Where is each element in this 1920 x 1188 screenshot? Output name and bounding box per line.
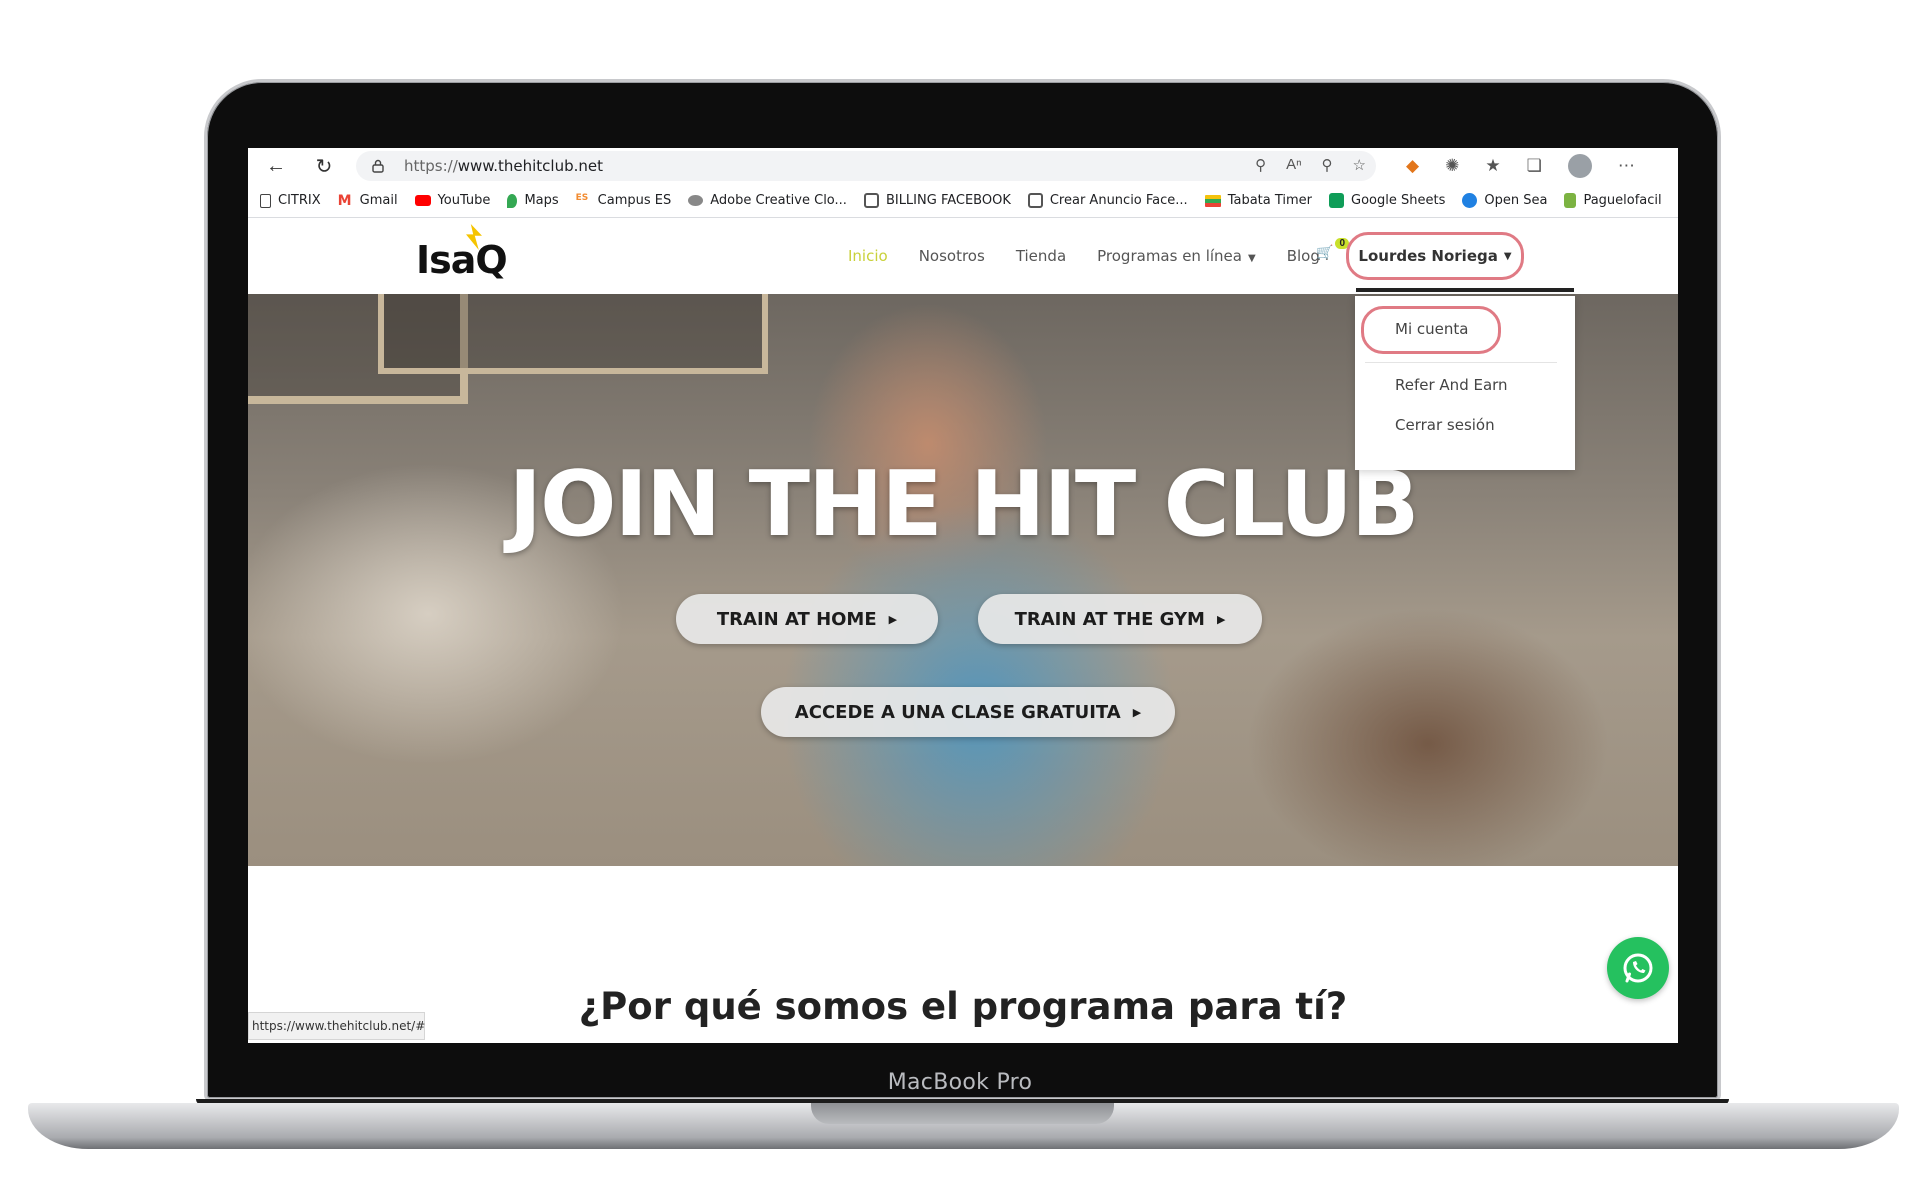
bookmark-adobe[interactable]: Adobe Creative Clo... (688, 193, 847, 208)
billing-icon (863, 193, 879, 208)
nav-programas-label: Programas en línea (1097, 247, 1242, 265)
ad-icon (1027, 193, 1043, 208)
opensea-icon (1462, 193, 1478, 208)
device-label: MacBook Pro (887, 1070, 1033, 1095)
bookmark-citrix[interactable]: CITRIX (260, 193, 321, 208)
bookmark-label: Open Sea (1484, 193, 1548, 208)
nav-inicio[interactable]: Inicio (848, 247, 888, 265)
play-arrow-icon: ▶ (1216, 612, 1226, 626)
lock-icon (370, 158, 386, 174)
sheets-icon (1329, 193, 1345, 208)
collections-icon[interactable]: ❏ (1527, 156, 1542, 176)
favorites-icon[interactable]: ★ (1485, 156, 1500, 176)
user-menu-button[interactable]: Lourdes Noriega ▼ (1346, 232, 1524, 280)
bookmark-label: Gmail (359, 193, 398, 208)
zoom-icon[interactable]: ⚲ (1322, 156, 1333, 174)
status-bar-url: https://www.thehitclub.net/# (248, 1012, 425, 1040)
read-aloud-icon[interactable]: Aⁿ (1286, 156, 1301, 174)
nav-tienda[interactable]: Tienda (1016, 247, 1066, 265)
bookmark-label: Campus ES (597, 193, 672, 208)
cart-icon: 🛒 (1316, 244, 1334, 260)
favorite-add-icon[interactable]: ☆ (1353, 156, 1366, 174)
address-bar[interactable]: https://www.thehitclub.net ⚲ Aⁿ ⚲ ☆ (356, 151, 1376, 181)
bookmark-gmail[interactable]: M Gmail (337, 193, 398, 209)
bookmark-label: Paguelofacil (1583, 193, 1662, 208)
profile-avatar[interactable] (1567, 154, 1592, 178)
bookmark-sheets[interactable]: Google Sheets (1329, 193, 1445, 208)
bookmark-label: Adobe Creative Clo... (710, 193, 847, 208)
train-at-home-button[interactable]: TRAIN AT HOME ▶ (676, 594, 938, 644)
maps-icon (507, 193, 518, 208)
browser-toolbar: ← ↻ https://www.thehitclub.net ⚲ Aⁿ ⚲ ☆ … (248, 148, 1678, 184)
more-menu-icon[interactable]: ⋯ (1618, 156, 1635, 176)
user-menu-underline (1356, 288, 1574, 292)
play-arrow-icon: ▶ (1132, 705, 1142, 719)
cta-label: TRAIN AT THE GYM (1014, 608, 1205, 630)
bookmark-ad[interactable]: Crear Anuncio Face... (1027, 193, 1188, 208)
bookmark-tabata[interactable]: Tabata Timer (1204, 193, 1313, 208)
cta-label: ACCEDE A UNA CLASE GRATUITA (794, 701, 1121, 723)
cta-label: TRAIN AT HOME (716, 608, 877, 630)
free-class-button[interactable]: ACCEDE A UNA CLASE GRATUITA ▶ (761, 687, 1175, 737)
cart[interactable]: 🛒 0 (1316, 238, 1349, 261)
timer-icon (1204, 194, 1221, 207)
back-icon[interactable]: ← (258, 148, 294, 184)
bookmark-label: Google Sheets (1351, 193, 1446, 208)
user-dropdown: Mi cuenta Refer And Earn Cerrar sesión (1355, 296, 1575, 470)
site-logo[interactable]: IsaQ (416, 238, 508, 282)
url-scheme: https:// (404, 157, 458, 175)
dropdown-divider (1365, 362, 1557, 363)
caret-down-icon: ▼ (1247, 253, 1256, 264)
campus-icon: ES (575, 193, 589, 203)
whatsapp-button[interactable] (1607, 937, 1669, 999)
laptop-notch (811, 1103, 1114, 1124)
bookmark-label: CITRIX (278, 193, 321, 208)
bookmarks-bar: CITRIX M Gmail YouTube Maps ES Campus ES A… (248, 184, 1678, 218)
nav-nosotros[interactable]: Nosotros (919, 247, 985, 265)
youtube-icon (414, 195, 431, 206)
bookmark-maps[interactable]: Maps (507, 193, 559, 208)
main-nav: Inicio Nosotros Tienda Programas en líne… (848, 218, 1351, 294)
bookmark-label: Tabata Timer (1227, 193, 1313, 208)
nav-blog[interactable]: Blog (1287, 247, 1320, 265)
section-title: ¿Por qué somos el programa para tí? (578, 986, 1348, 1028)
dropdown-refer-and-earn[interactable]: Refer And Earn (1395, 376, 1508, 394)
bookmark-paguelofacil[interactable]: Paguelofacil (1564, 193, 1662, 208)
bookmark-label: BILLING FACEBOOK (885, 193, 1011, 208)
url-text: https://www.thehitclub.net (404, 157, 603, 175)
screen: ← ↻ https://www.thehitclub.net ⚲ Aⁿ ⚲ ☆ … (248, 148, 1678, 1043)
metamask-icon[interactable]: ◆ (1406, 156, 1419, 176)
bookmark-opensea[interactable]: Open Sea (1462, 193, 1547, 208)
user-name: Lourdes Noriega (1358, 247, 1498, 265)
bookmark-label: Maps (524, 193, 559, 208)
dropdown-mi-cuenta[interactable]: Mi cuenta (1395, 320, 1468, 338)
bookmark-billing[interactable]: BILLING FACEBOOK (863, 193, 1011, 208)
extensions-icon[interactable]: ✺ (1445, 156, 1459, 176)
whatsapp-icon (1623, 953, 1653, 983)
site-header: IsaQ Inicio Nosotros Tienda Programas en… (248, 218, 1678, 294)
key-icon[interactable]: ⚲ (1255, 156, 1266, 174)
gmail-icon: M (337, 193, 352, 209)
caret-down-icon: ▼ (1503, 250, 1512, 262)
nav-programas[interactable]: Programas en línea ▼ (1097, 247, 1256, 265)
address-bar-icons: ⚲ Aⁿ ⚲ ☆ (1255, 156, 1366, 174)
adobe-icon (688, 195, 704, 206)
bookmark-label: YouTube (437, 193, 491, 208)
play-arrow-icon: ▶ (888, 612, 898, 626)
extension-icons: ◆ ✺ ★ ❏ ⋯ (1406, 151, 1635, 181)
page-icon (260, 193, 271, 208)
bookmark-label: Crear Anuncio Face... (1049, 193, 1188, 208)
bookmark-campus[interactable]: ES Campus ES (576, 193, 672, 208)
url-host: www.thehitclub.net (457, 157, 603, 175)
dropdown-cerrar-sesion[interactable]: Cerrar sesión (1395, 416, 1495, 434)
bookmark-youtube[interactable]: YouTube (414, 193, 491, 208)
train-at-gym-button[interactable]: TRAIN AT THE GYM ▶ (978, 594, 1262, 644)
paguelofacil-icon (1564, 193, 1577, 208)
wall-frame-right (378, 294, 768, 374)
refresh-icon[interactable]: ↻ (306, 148, 342, 184)
